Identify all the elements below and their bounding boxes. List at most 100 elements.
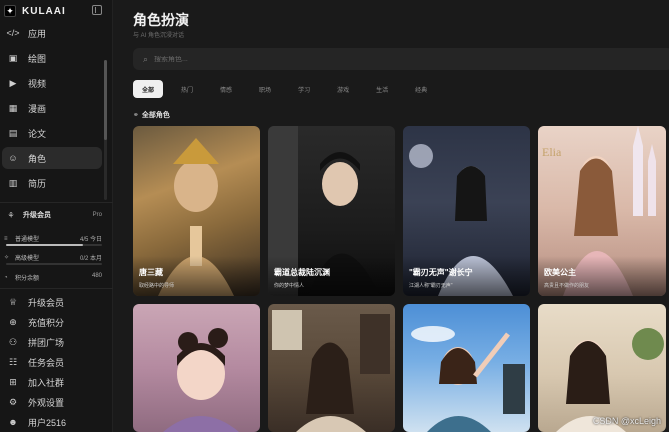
section-label: 全部角色 — [141, 112, 170, 119]
bottom-item-label: 用户2516 — [28, 417, 67, 428]
brand-name: KULAAI — [22, 5, 66, 17]
bottom-item-task[interactable]: ☷ 任务会员 — [2, 354, 102, 370]
sidebar-item-app[interactable]: </> 应用 — [2, 22, 102, 44]
video-icon: ▶ — [9, 77, 17, 88]
bottom-item-label: 拼团广场 — [28, 337, 65, 348]
bottom-item-label: 加入社群 — [28, 377, 65, 388]
brand-logo: ✦ — [4, 5, 16, 17]
usage-count: 4/5 今日 — [79, 237, 102, 243]
sidebar-item-label: 角色 — [28, 153, 47, 164]
tab-emotion[interactable]: 情感 — [211, 80, 241, 98]
portrait-image — [163, 328, 239, 432]
portrait-image — [411, 326, 525, 432]
coin-icon: ◔ — [4, 274, 8, 281]
role-card-adventure-girl[interactable] — [403, 304, 530, 432]
search-bar[interactable]: ⌕ — [133, 48, 669, 70]
code-icon: </> — [6, 28, 20, 38]
group-icon: ⚇ — [8, 336, 18, 347]
section-header: ⚭ 全部角色 — [133, 110, 170, 120]
sidebar-collapse-icon[interactable] — [92, 5, 102, 15]
role-card-little-girl[interactable] — [133, 304, 260, 432]
page-subtitle: 与 AI 角色沉浸对话 — [133, 33, 185, 39]
crown-icon: ♕ — [8, 296, 18, 307]
sidebar-item-comic[interactable]: ▦ 漫画 — [2, 97, 102, 119]
bottom-item-user[interactable]: ☻ 用户2516 — [2, 414, 102, 430]
member-icon: ☷ — [8, 356, 18, 367]
paper-icon: ▤ — [8, 127, 18, 138]
sidebar-item-label: 视频 — [28, 78, 47, 89]
image-icon: ▣ — [8, 52, 18, 63]
upgrade-member-row[interactable]: ⚘ 升级会员 Pro — [4, 208, 104, 222]
usage-name: 普通模型 — [15, 237, 40, 243]
tab-life[interactable]: 生活 — [367, 80, 397, 98]
role-card-princess[interactable]: Elia 欧美公主 高贵且不做作的朋友 — [538, 126, 666, 296]
bottom-item-upgrade[interactable]: ♕ 升级会员 — [2, 294, 102, 310]
community-icon: ⊞ — [9, 376, 17, 387]
link-icon: ⚭ — [133, 112, 139, 119]
usage-points-balance: ◔ 积分余额 480 — [4, 273, 104, 287]
bottom-item-appearance[interactable]: ⚙ 外观设置 — [2, 394, 102, 410]
search-input[interactable] — [154, 55, 555, 63]
tab-game[interactable]: 游戏 — [328, 80, 358, 98]
pro-badge: Pro — [92, 212, 102, 218]
tab-study[interactable]: 学习 — [289, 80, 319, 98]
category-tabs: 全部 热门 情感 职场 学习 游戏 生活 经典 — [133, 80, 445, 98]
card-desc: 取经路中的导师 — [139, 283, 175, 289]
role-card-cafe-girl[interactable] — [538, 304, 666, 432]
bottom-item-community[interactable]: ⊞ 加入社群 — [2, 374, 102, 390]
usage-normal-model: ≡ 普通模型 4/5 今日 — [4, 234, 104, 248]
sidebar-item-label: 绘图 — [28, 53, 47, 64]
bottom-item-label: 升级会员 — [28, 297, 65, 308]
sidebar-item-label: 应用 — [28, 28, 47, 39]
bottom-item-label: 外观设置 — [28, 397, 65, 408]
user-icon: ☻ — [8, 417, 18, 427]
sidebar-item-resume[interactable]: ▥ 简历 — [2, 172, 102, 194]
gear-icon: ⚙ — [8, 396, 18, 407]
sidebar-item-paper[interactable]: ▤ 论文 — [2, 122, 102, 144]
usage-bar — [6, 263, 102, 265]
tab-hot[interactable]: 热门 — [172, 80, 202, 98]
bottom-item-label: 任务会员 — [28, 357, 65, 368]
bottom-item-recharge[interactable]: ⊕ 充值积分 — [2, 314, 102, 330]
sidebar-item-label: 简历 — [28, 178, 47, 189]
usage-bar — [6, 244, 102, 246]
divider — [0, 202, 113, 203]
usage-name: 积分余额 — [15, 276, 40, 282]
portrait-image — [556, 328, 664, 432]
scrollbar-thumb[interactable] — [104, 60, 107, 140]
flower-icon: ⚘ — [7, 210, 15, 220]
role-icon: ☺ — [8, 153, 18, 163]
usage-bar-fill — [6, 244, 83, 246]
tab-work[interactable]: 职场 — [250, 80, 280, 98]
role-card-woman-study[interactable] — [268, 304, 395, 432]
usage-advanced-model: ✧ 高级模型 0/2 本月 — [4, 253, 104, 267]
card-desc: 高贵且不做作的朋友 — [544, 283, 590, 289]
sidebar-item-draw[interactable]: ▣ 绘图 — [2, 47, 102, 69]
card-title: 霸道总裁陆沉渊 — [274, 268, 330, 277]
card-desc: 你的梦中情人 — [274, 283, 305, 289]
usage-count: 480 — [91, 273, 102, 279]
comic-icon: ▦ — [8, 102, 18, 113]
card-title: "霸刃无声"谢长宁 — [409, 268, 473, 277]
bottom-item-group[interactable]: ⚇ 拼团广场 — [2, 334, 102, 350]
sparkle-icon: ✧ — [4, 255, 10, 261]
upgrade-label: 升级会员 — [23, 212, 51, 219]
list-icon: ≡ — [4, 235, 8, 242]
card-desc: 江湖人称"霸刃无声" — [409, 283, 453, 289]
tab-all[interactable]: 全部 — [133, 80, 164, 98]
usage-count: 0/2 本月 — [79, 256, 102, 262]
portrait-image — [272, 310, 390, 432]
card-title: 欧美公主 — [544, 268, 576, 277]
role-card-ceo[interactable]: 霸道总裁陆沉渊 你的梦中情人 — [268, 126, 395, 296]
usage-name: 高级模型 — [15, 256, 40, 262]
bottom-item-label: 充值积分 — [28, 317, 65, 328]
resume-icon: ▥ — [8, 177, 18, 188]
sidebar-scrollbar[interactable] — [104, 60, 107, 200]
search-icon: ⌕ — [143, 53, 149, 64]
role-card-tang-sanzang[interactable]: 唐三藏 取经路中的导师 — [133, 126, 260, 296]
sidebar-item-video[interactable]: ▶ 视频 — [2, 72, 102, 94]
role-card-swordsman[interactable]: "霸刃无声"谢长宁 江湖人称"霸刃无声" — [403, 126, 530, 296]
brand[interactable]: ✦ KULAAI — [4, 3, 108, 19]
tab-classic[interactable]: 经典 — [406, 80, 436, 98]
sidebar-item-role[interactable]: ☺ 角色 — [2, 147, 102, 169]
